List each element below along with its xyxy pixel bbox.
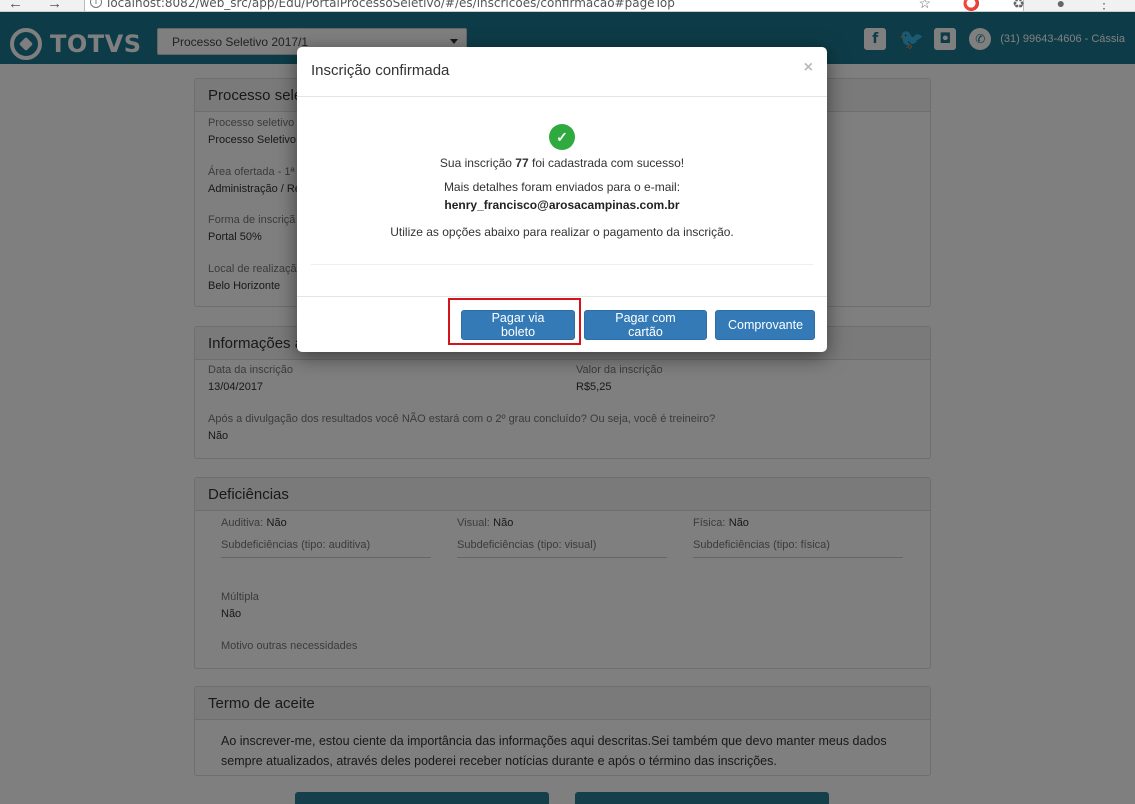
- email-address: henry_francisco@arosacampinas.com.br: [444, 198, 680, 212]
- details-message: Mais detalhes foram enviados para o e-ma…: [443, 180, 681, 194]
- success-message-suffix: foi cadastrada com sucesso!: [532, 156, 685, 170]
- success-check-icon: ✓: [549, 124, 575, 150]
- address-url: localhost:8082/web_src/app/Edu/PortalPro…: [107, 0, 675, 10]
- info-icon[interactable]: i: [90, 0, 102, 8]
- payment-message: Utilize as opções abaixo para realizar o…: [390, 225, 734, 239]
- boleto-highlight-box: [448, 298, 581, 345]
- browser-toolbar: ← → C i localhost:8082/web_src/app/Edu/P…: [0, 0, 1135, 12]
- success-message: Sua inscrição 77 foi cadastrada com suce…: [311, 156, 813, 170]
- pay-card-button[interactable]: Pagar com cartão: [584, 310, 707, 340]
- success-message-prefix: Sua inscrição: [439, 156, 512, 170]
- receipt-button[interactable]: Comprovante: [715, 310, 815, 340]
- inscricao-number: 77: [515, 156, 529, 170]
- modal-body: ✓ Sua inscrição 77 foi cadastrada com su…: [311, 97, 813, 265]
- modal-header: Inscrição confirmada: [297, 47, 827, 97]
- close-icon[interactable]: ×: [804, 59, 813, 77]
- browser-extension-icons[interactable]: ☆ ⭕ ♻ ● ⋮: [918, 0, 1125, 11]
- address-bar[interactable]: i localhost:8082/web_src/app/Edu/PortalP…: [84, 0, 1024, 11]
- modal-title: Inscrição confirmada: [311, 62, 450, 79]
